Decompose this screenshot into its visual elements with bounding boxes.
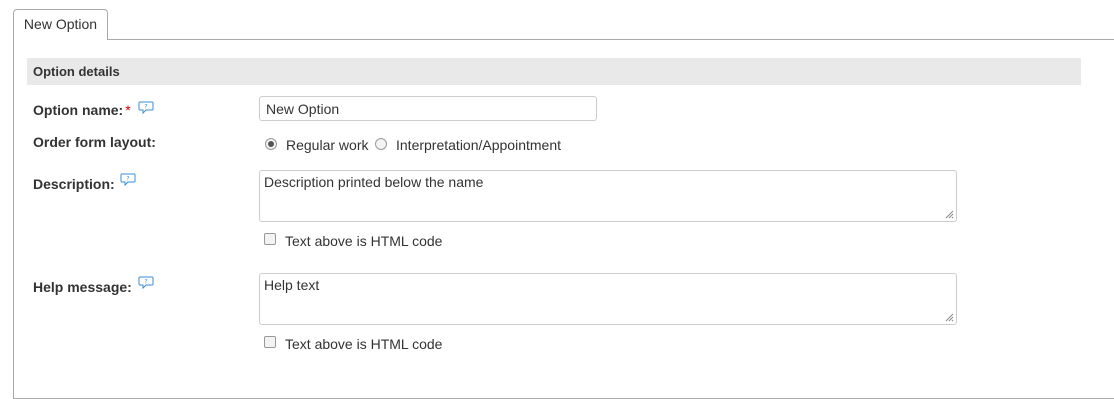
radio-regular-work[interactable] xyxy=(265,138,277,150)
help-icon[interactable]: ? xyxy=(120,173,136,187)
description-html-checkbox-label[interactable]: Text above is HTML code xyxy=(285,233,442,249)
option-name-label-text: Option name: xyxy=(33,102,124,118)
radio-interpretation-appointment[interactable] xyxy=(375,138,387,150)
radio-regular-work-label[interactable]: Regular work xyxy=(286,137,368,153)
resize-grip-icon[interactable] xyxy=(945,210,954,219)
option-name-label: Option name: * xyxy=(33,102,131,118)
resize-grip-icon[interactable] xyxy=(945,313,954,322)
svg-text:?: ? xyxy=(144,279,147,286)
option-name-input[interactable] xyxy=(259,96,597,121)
order-form-layout-label: Order form layout: xyxy=(33,134,156,150)
svg-text:?: ? xyxy=(144,104,147,111)
help-message-label: Help message: xyxy=(33,279,132,295)
tab-new-option[interactable]: New Option xyxy=(13,9,108,40)
description-label: Description: xyxy=(33,176,115,192)
description-textarea[interactable]: Description printed below the name xyxy=(259,170,957,222)
radio-interpretation-appointment-label[interactable]: Interpretation/Appointment xyxy=(396,137,561,153)
svg-text:?: ? xyxy=(126,176,129,183)
help-message-html-checkbox[interactable] xyxy=(264,336,276,348)
description-html-checkbox[interactable] xyxy=(264,233,276,245)
required-marker: * xyxy=(125,102,131,118)
help-message-textarea[interactable]: Help text xyxy=(259,273,957,325)
help-icon[interactable]: ? xyxy=(138,101,154,115)
section-header: Option details xyxy=(27,58,1081,85)
help-message-html-checkbox-label[interactable]: Text above is HTML code xyxy=(285,336,442,352)
help-icon[interactable]: ? xyxy=(138,276,154,290)
